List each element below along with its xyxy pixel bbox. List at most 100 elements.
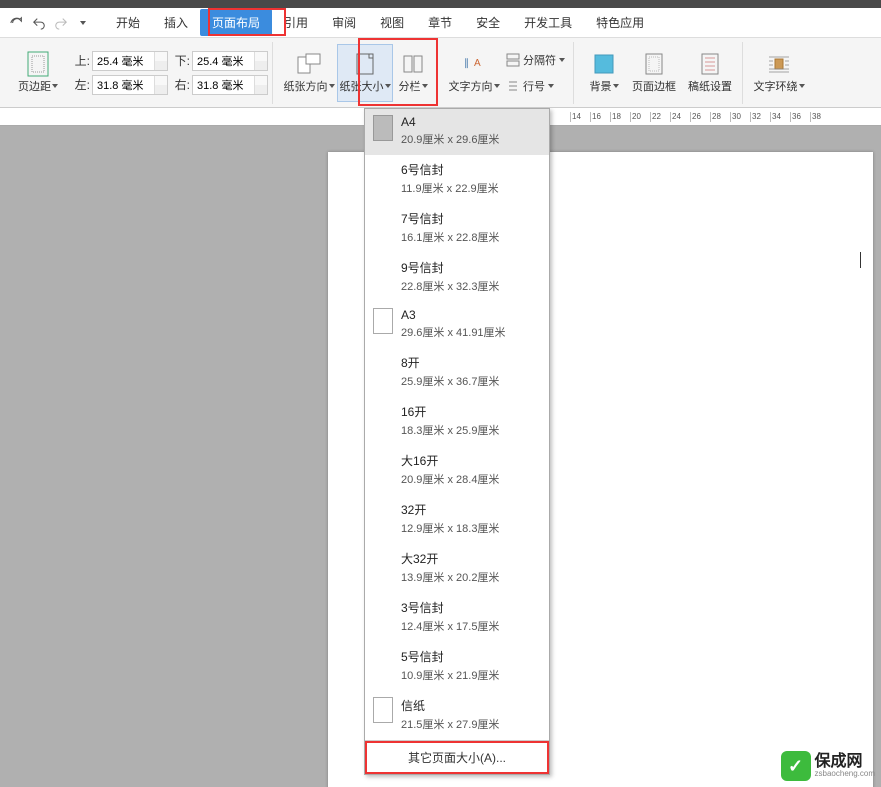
paper-size-name: 9号信封: [401, 259, 499, 276]
tab-开始[interactable]: 开始: [104, 9, 152, 36]
paper-size-option[interactable]: 信纸 21.5厘米 x 27.9厘米: [365, 691, 549, 740]
tab-视图[interactable]: 视图: [368, 9, 416, 36]
page-margin-button[interactable]: 页边距: [10, 44, 66, 102]
paper-size-name: 32开: [401, 501, 499, 518]
tab-引用[interactable]: 引用: [272, 9, 320, 36]
paper-size-option[interactable]: A3 29.6厘米 x 41.91厘米: [365, 302, 549, 348]
paper-size-dims: 25.9厘米 x 36.7厘米: [401, 373, 499, 389]
orientation-button[interactable]: 纸张方向: [281, 44, 337, 102]
tab-审阅[interactable]: 审阅: [320, 9, 368, 36]
paper-size-option[interactable]: 大16开20.9厘米 x 28.4厘米: [365, 446, 549, 495]
paper-size-dims: 11.9厘米 x 22.9厘米: [401, 180, 499, 196]
paper-size-option[interactable]: A4 20.9厘米 x 29.6厘米: [365, 109, 549, 155]
page-thumb-icon: [373, 648, 393, 674]
title-bar: [0, 0, 881, 8]
margin-left-label: 左:: [70, 76, 90, 93]
redo-icon[interactable]: [52, 14, 70, 32]
breaks-button[interactable]: 分隔符: [502, 50, 569, 70]
text-direction-button[interactable]: ∥A 文字方向: [446, 44, 502, 102]
paper-size-dims: 21.5厘米 x 27.9厘米: [401, 716, 499, 732]
page-thumb-icon: [373, 403, 393, 429]
paper-size-option[interactable]: 16开 18.3厘米 x 25.9厘米: [365, 397, 549, 446]
ruler-mark: 24: [670, 112, 690, 122]
paper-size-option[interactable]: 9号信封 22.8厘米 x 32.3厘米: [365, 253, 549, 302]
paper-size-name: 3号信封: [401, 599, 499, 616]
paper-size-name: 7号信封: [401, 210, 499, 227]
tab-特色应用[interactable]: 特色应用: [584, 9, 656, 36]
manuscript-icon: [697, 52, 723, 76]
dropdown-icon[interactable]: [74, 14, 92, 32]
paper-size-button[interactable]: 纸张大小: [337, 44, 393, 102]
watermark-url: zsbaocheng.com: [815, 770, 875, 778]
orientation-icon: [296, 52, 322, 76]
paper-size-name: 大32开: [401, 550, 499, 567]
svg-text:A: A: [474, 58, 481, 69]
ribbon: 页边距 上: 下: 左: 右: 纸张方向: [0, 38, 881, 108]
paper-size-dims: 20.9厘米 x 29.6厘米: [401, 131, 499, 147]
ruler-mark: 16: [590, 112, 610, 122]
paper-size-name: A4: [401, 115, 499, 129]
paper-size-name: A3: [401, 308, 506, 322]
text-cursor: [860, 252, 861, 268]
page-border-icon: [641, 52, 667, 76]
watermark-title: 保成网: [815, 754, 875, 770]
paper-size-dims: 29.6厘米 x 41.91厘米: [401, 324, 506, 340]
paper-size-option[interactable]: 8开25.9厘米 x 36.7厘米: [365, 348, 549, 397]
columns-icon: [400, 52, 426, 76]
paper-size-dims: 18.3厘米 x 25.9厘米: [401, 422, 499, 438]
ruler-mark: 14: [570, 112, 590, 122]
document-area: 14161820222426283032343638 A420.9厘米 x 29…: [0, 108, 881, 787]
paper-size-option[interactable]: 5号信封10.9厘米 x 21.9厘米: [365, 642, 549, 691]
paper-size-option[interactable]: 6号信封11.9厘米 x 22.9厘米: [365, 155, 549, 204]
line-numbers-icon: [506, 79, 520, 93]
page-thumb-icon: [373, 161, 393, 187]
tab-开发工具[interactable]: 开发工具: [512, 9, 584, 36]
tab-安全[interactable]: 安全: [464, 9, 512, 36]
ruler-mark: 36: [790, 112, 810, 122]
ruler-mark: 22: [650, 112, 670, 122]
text-direction-icon: ∥A: [461, 52, 487, 76]
columns-button[interactable]: 分栏: [393, 44, 433, 102]
paper-size-dims: 12.4厘米 x 17.5厘米: [401, 618, 499, 634]
page-thumb-icon: [373, 308, 393, 334]
ruler-mark: 34: [770, 112, 790, 122]
ruler-mark: 18: [610, 112, 630, 122]
page-thumb-icon: [373, 115, 393, 141]
background-icon: [591, 52, 617, 76]
paper-size-option[interactable]: 大32开 13.9厘米 x 20.2厘米: [365, 544, 549, 593]
paper-size-name: 16开: [401, 403, 499, 420]
svg-text:∥: ∥: [464, 58, 469, 69]
undo-icon[interactable]: [30, 14, 48, 32]
ruler-mark: 28: [710, 112, 730, 122]
refresh-icon[interactable]: [8, 14, 26, 32]
other-page-size-button[interactable]: 其它页面大小(A)...: [365, 740, 549, 774]
line-numbers-button[interactable]: 行号: [502, 76, 569, 96]
paper-size-option[interactable]: 3号信封 12.4厘米 x 17.5厘米: [365, 593, 549, 642]
paper-size-name: 信纸: [401, 697, 499, 714]
margin-top-label: 上:: [70, 52, 90, 69]
tab-插入[interactable]: 插入: [152, 9, 200, 36]
tab-页面布局[interactable]: 页面布局: [200, 9, 272, 36]
ruler-mark: 26: [690, 112, 710, 122]
ruler-mark: 38: [810, 112, 830, 122]
paper-size-option[interactable]: 32开12.9厘米 x 18.3厘米: [365, 495, 549, 544]
margin-top-input[interactable]: [92, 51, 168, 71]
paper-size-dims: 22.8厘米 x 32.3厘米: [401, 278, 499, 294]
background-button[interactable]: 背景: [582, 44, 626, 102]
paper-size-icon: [352, 52, 378, 76]
watermark-check-icon: [781, 751, 811, 781]
paper-size-option[interactable]: 7号信封16.1厘米 x 22.8厘米: [365, 204, 549, 253]
page-thumb-icon: [373, 697, 393, 723]
paper-size-dims: 13.9厘米 x 20.2厘米: [401, 569, 499, 585]
margin-left-input[interactable]: [92, 75, 168, 95]
manuscript-button[interactable]: 稿纸设置: [682, 44, 738, 102]
margin-right-input[interactable]: [192, 75, 268, 95]
ruler-mark: 32: [750, 112, 770, 122]
breaks-icon: [506, 53, 520, 67]
page-thumb-icon: [373, 599, 393, 625]
margin-bottom-input[interactable]: [192, 51, 268, 71]
page-thumb-icon: [373, 259, 393, 285]
tab-章节[interactable]: 章节: [416, 9, 464, 36]
page-border-button[interactable]: 页面边框: [626, 44, 682, 102]
text-wrap-button[interactable]: 文字环绕: [751, 44, 807, 102]
